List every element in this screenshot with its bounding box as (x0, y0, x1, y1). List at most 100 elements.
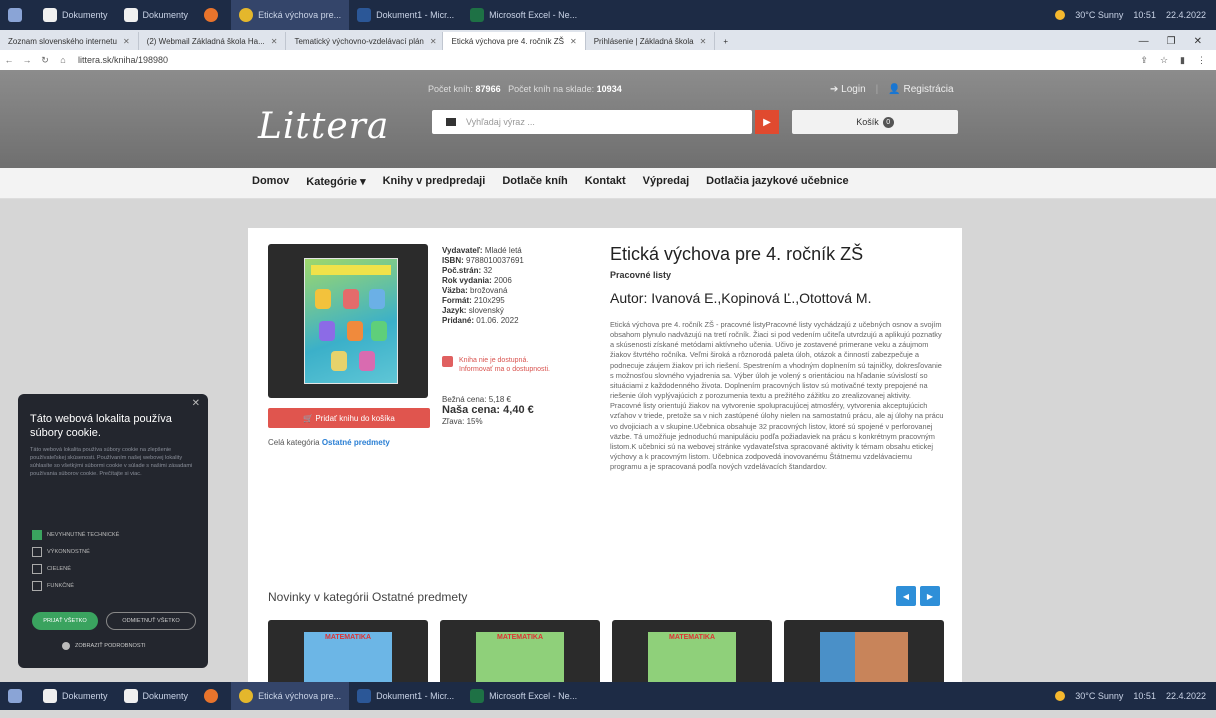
meta-label: Rok vydania: (442, 276, 492, 285)
taskbar-item-excel[interactable]: Microsoft Excel - Ne... (462, 0, 585, 30)
book-thumb-title: MATEMATIKA (324, 634, 371, 641)
weather-text: 30°C Sunny (1075, 10, 1124, 20)
login-link[interactable]: ➔ Login (830, 84, 866, 95)
meta-pages: 32 (483, 266, 493, 275)
option-label: NEVYHNUTNÉ TECHNICKÉ (47, 532, 120, 538)
prev-arrow-icon[interactable]: ◀ (896, 586, 916, 606)
search-button[interactable]: ▶ (755, 110, 779, 134)
show-details-link[interactable]: ZOBRAZIŤ PODROBNOSTI (62, 642, 146, 650)
back-icon[interactable]: ← (0, 55, 18, 65)
checkbox-icon[interactable] (442, 356, 453, 367)
cookie-option-performance[interactable]: VÝKONNOSTNÉ (32, 547, 119, 557)
nav-categories[interactable]: Kategórie ▾ (306, 175, 365, 188)
news-carousel-controls: ◀ ▶ (896, 586, 940, 606)
clock-date: 22.4.2022 (1165, 691, 1206, 701)
taskbar-item-firefox[interactable] (196, 0, 231, 30)
site-logo[interactable]: Littera (258, 106, 389, 147)
availability-notice[interactable]: Kniha nie je dostupná. Informovať ma o d… (442, 356, 562, 374)
taskbar-item-excel[interactable]: Microsoft Excel - Ne... (462, 682, 585, 710)
search-input[interactable]: Vyhľadaj výraz ... (432, 110, 752, 134)
taskbar-item-docs-1[interactable]: Dokumenty (35, 0, 116, 30)
news-book-card[interactable]: MATEMATIKA (268, 620, 428, 682)
start-button[interactable] (0, 682, 35, 710)
next-arrow-icon[interactable]: ▶ (920, 586, 940, 606)
close-icon[interactable]: ✕ (430, 37, 437, 46)
register-link[interactable]: 👤 Registrácia (888, 84, 953, 95)
close-window-icon[interactable]: ✕ (1194, 36, 1202, 47)
taskbar-item-docs-2[interactable]: Dokumenty (116, 682, 197, 710)
checkbox-icon[interactable] (32, 530, 42, 540)
bookmark-star-icon[interactable]: ☆ (1160, 55, 1168, 66)
reject-all-button[interactable]: ODMIETNUŤ VŠETKO (106, 612, 196, 630)
cookie-option-targeting[interactable]: CIELENÉ (32, 564, 119, 574)
browser-tab[interactable]: Zoznam slovenského internetu ✕ (0, 32, 139, 50)
stats-label: Počet kníh: (428, 84, 474, 94)
word-icon (357, 689, 372, 703)
url-field[interactable]: littera.sk/kniha/198980 (78, 55, 168, 65)
sidebar-icon[interactable]: ▮ (1180, 55, 1185, 66)
browser-tab[interactable]: Prihlásenie | Základná škola ✕ (586, 32, 716, 50)
taskbar-item-chrome[interactable]: Etická výchova pre... (231, 0, 350, 30)
taskbar-label: Dokumenty (142, 10, 189, 20)
share-icon[interactable]: ⇪ (1140, 55, 1148, 66)
add-to-cart-button[interactable]: 🛒 Pridať knihu do košíka (268, 408, 430, 428)
weather-text: 30°C Sunny (1075, 691, 1124, 701)
bottom-taskbar: Dokumenty Dokumenty Etická výchova pre..… (0, 682, 1216, 710)
news-book-card[interactable]: MATEMATIKA (440, 620, 600, 682)
meta-added: 01.06. 2022 (476, 316, 519, 325)
close-icon[interactable]: ✕ (700, 37, 707, 46)
search-placeholder: Vyhľadaj výraz ... (466, 117, 535, 127)
news-book-card[interactable]: MATEMATIKA (612, 620, 772, 682)
nav-language-reprints[interactable]: Dotlačia jazykové učebnice (706, 175, 848, 188)
firefox-icon (204, 8, 219, 22)
close-icon[interactable]: ✕ (570, 37, 577, 46)
news-book-card[interactable] (784, 620, 944, 682)
home-icon[interactable]: ⌂ (54, 55, 72, 65)
browser-tab-active[interactable]: Etická výchova pre 4. ročník ZŠ ✕ (443, 32, 586, 50)
chrome-icon (239, 689, 254, 703)
taskbar-item-chrome[interactable]: Etická výchova pre... (231, 682, 350, 710)
category-link[interactable]: Ostatné predmety (322, 438, 390, 447)
tab-title: Tematický výchovno-vzdelávací plán (294, 36, 424, 46)
close-icon[interactable]: ✕ (271, 37, 278, 46)
browser-tab[interactable]: (2) Webmail Základná škola Ha... ✕ (139, 32, 287, 50)
nav-contact[interactable]: Kontakt (585, 175, 626, 188)
forward-icon[interactable]: → (18, 55, 36, 65)
close-icon[interactable]: ✕ (123, 37, 130, 46)
browser-tab[interactable]: Tematický výchovno-vzdelávací plán ✕ (286, 32, 444, 50)
taskbar-label: Dokument1 - Micr... (376, 10, 455, 20)
minimize-icon[interactable]: — (1139, 36, 1149, 47)
taskbar-item-word[interactable]: Dokument1 - Micr... (349, 0, 462, 30)
nav-home[interactable]: Domov (252, 175, 289, 188)
taskbar-item-word[interactable]: Dokument1 - Micr... (349, 682, 462, 710)
tab-title: Etická výchova pre 4. ročník ZŠ (451, 36, 564, 46)
our-price: 4,40 € (503, 404, 534, 416)
taskbar-item-firefox[interactable] (196, 682, 231, 710)
weather-icon (1055, 10, 1066, 20)
menu-icon[interactable]: ⋮ (1197, 55, 1206, 66)
new-tab-button[interactable]: + (715, 32, 736, 50)
cookie-option-necessary[interactable]: NEVYHNUTNÉ TECHNICKÉ (32, 530, 119, 540)
maximize-icon[interactable]: ❐ (1167, 36, 1176, 47)
checkbox-icon[interactable] (32, 547, 42, 557)
book-stats: Počet kníh: 87966 Počet kníh na sklade: … (428, 84, 622, 94)
tab-title: Zoznam slovenského internetu (8, 36, 117, 46)
start-button[interactable] (0, 0, 35, 30)
nav-preorders[interactable]: Knihy v predpredaji (383, 175, 486, 188)
meta-label: Vydavateľ: (442, 246, 483, 255)
nav-sale[interactable]: Výpredaj (643, 175, 689, 188)
taskbar-item-docs-2[interactable]: Dokumenty (116, 0, 197, 30)
cart-button[interactable]: Košík 0 (792, 110, 958, 134)
checkbox-icon[interactable] (32, 564, 42, 574)
cookie-option-functional[interactable]: FUNKČNÉ (32, 581, 119, 591)
nav-reprints[interactable]: Dotlače kníh (502, 175, 567, 188)
close-icon[interactable]: ✕ (192, 398, 200, 409)
taskbar-item-docs-1[interactable]: Dokumenty (35, 682, 116, 710)
tab-title: (2) Webmail Základná škola Ha... (146, 36, 265, 46)
book-thumb: MATEMATIKA (304, 632, 392, 682)
login-label: Login (841, 84, 866, 95)
reload-icon[interactable]: ↻ (36, 55, 54, 66)
checkbox-icon[interactable] (32, 581, 42, 591)
book-cover-image[interactable] (304, 258, 398, 384)
accept-all-button[interactable]: PRIJAŤ VŠETKO (32, 612, 98, 630)
